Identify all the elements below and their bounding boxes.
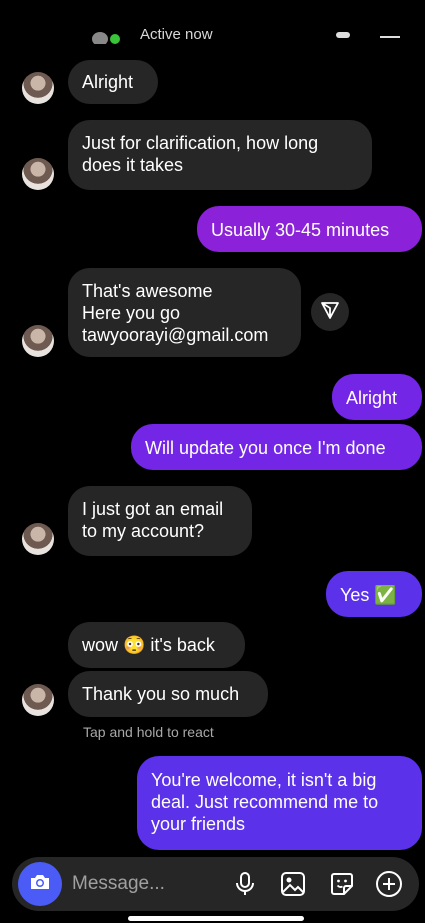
- contact-avatar[interactable]: [22, 72, 54, 104]
- message-text: Yes ✅: [340, 585, 397, 605]
- gallery-icon[interactable]: [277, 868, 309, 900]
- message-text: wow 😳 it's back: [82, 635, 215, 655]
- plus-circle-icon[interactable]: [373, 868, 405, 900]
- message-text: Just for clarification, how long: [82, 133, 319, 153]
- microphone-icon[interactable]: [229, 868, 261, 900]
- message-bubble-incoming[interactable]: Alright: [68, 60, 158, 104]
- share-icon: [320, 300, 340, 325]
- message-text: I just got an email: [82, 499, 224, 519]
- message-bubble-incoming[interactable]: wow 😳 it's back: [68, 622, 245, 668]
- contact-avatar[interactable]: [22, 684, 54, 716]
- header-avatar[interactable]: [92, 32, 108, 44]
- message-bubble-outgoing[interactable]: Usually 30-45 minutes: [197, 206, 422, 252]
- message-bubble-outgoing[interactable]: You're welcome, it isn't a big deal. Jus…: [137, 756, 422, 850]
- message-text: your friends: [151, 814, 246, 834]
- share-button[interactable]: [311, 293, 349, 331]
- online-indicator: [110, 34, 120, 44]
- message-text: Will update you once I'm done: [145, 438, 386, 458]
- message-text: Thank you so much: [82, 684, 240, 704]
- message-bubble-incoming[interactable]: Just for clarification, how long does it…: [68, 120, 372, 190]
- menu-icon[interactable]: [380, 36, 400, 38]
- contact-avatar[interactable]: [22, 325, 54, 357]
- contact-avatar[interactable]: [22, 523, 54, 555]
- message-bubble-incoming[interactable]: I just got an email to my account?: [68, 486, 252, 556]
- message-text: does it takes: [82, 155, 184, 175]
- contact-avatar[interactable]: [22, 158, 54, 190]
- message-text: tawyoorayi@gmail.com: [82, 325, 269, 345]
- message-bubble-outgoing[interactable]: Alright: [332, 374, 422, 420]
- sticker-icon[interactable]: [326, 868, 358, 900]
- message-text: Here you go: [82, 303, 181, 323]
- home-indicator: [128, 916, 304, 921]
- message-composer: [12, 857, 419, 911]
- message-bubble-outgoing[interactable]: Yes ✅: [326, 571, 422, 617]
- message-text: Alright: [346, 388, 398, 408]
- chat-header: Active now: [0, 0, 425, 44]
- camera-icon: [28, 870, 52, 899]
- message-text: deal. Just recommend me to: [151, 792, 379, 812]
- message-text: Alright: [82, 72, 134, 92]
- message-input[interactable]: [72, 869, 222, 899]
- message-bubble-incoming[interactable]: That's awesome Here you go tawyoorayi@gm…: [68, 268, 301, 357]
- message-text: Usually 30-45 minutes: [211, 220, 390, 240]
- message-text: That's awesome: [82, 281, 213, 301]
- call-icon[interactable]: [336, 32, 350, 38]
- message-bubble-incoming[interactable]: Thank you so much: [68, 671, 268, 717]
- message-text: You're welcome, it isn't a big: [151, 770, 377, 790]
- message-bubble-outgoing[interactable]: Will update you once I'm done: [131, 424, 422, 470]
- message-text: to my account?: [82, 521, 205, 541]
- reaction-hint: Tap and hold to react: [83, 724, 214, 740]
- camera-button[interactable]: [18, 862, 62, 906]
- active-status: Active now: [140, 26, 213, 43]
